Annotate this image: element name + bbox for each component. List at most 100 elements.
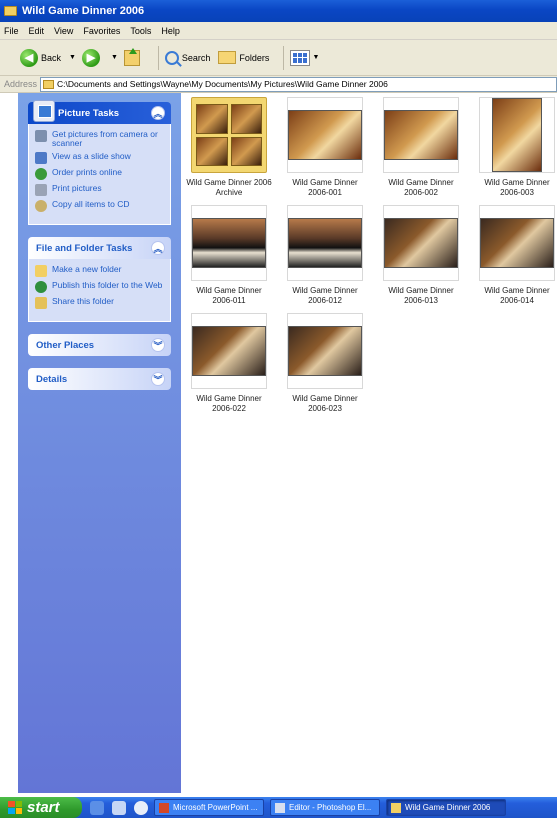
- views-icon: [290, 49, 311, 66]
- file-name: Wild Game Dinner 2006-013: [388, 286, 454, 305]
- media-player-icon[interactable]: [134, 800, 148, 815]
- toolbar-separator: [157, 45, 159, 70]
- menu-file[interactable]: File: [4, 26, 19, 36]
- taskbar-explorer[interactable]: Wild Game Dinner 2006: [386, 799, 506, 816]
- new-folder-icon: [35, 265, 47, 277]
- task-label: Make a new folder: [52, 264, 122, 274]
- window-title: Wild Game Dinner 2006: [22, 5, 145, 17]
- photo-thumbnail: [287, 313, 363, 389]
- taskbar-photoshop[interactable]: Editor - Photoshop El...: [270, 799, 380, 816]
- search-icon: [164, 50, 179, 65]
- start-label: start: [27, 799, 60, 816]
- menu-favorites[interactable]: Favorites: [83, 26, 120, 36]
- title-bar[interactable]: Wild Game Dinner 2006: [0, 0, 557, 22]
- details-header[interactable]: Details ︾: [28, 368, 171, 390]
- forward-dropdown-icon[interactable]: ▼: [111, 54, 118, 61]
- task-new-folder[interactable]: Make a new folder: [35, 265, 164, 277]
- forward-arrow-icon: ▶: [81, 48, 100, 67]
- up-folder-icon: [123, 47, 140, 66]
- back-dropdown-icon[interactable]: ▼: [69, 54, 76, 61]
- task-share-folder[interactable]: Share this folder: [35, 297, 164, 309]
- file-folder-tasks-panel: File and Folder Tasks ︽ Make a new folde…: [28, 237, 171, 322]
- back-button[interactable]: ◀ Back: [20, 48, 62, 67]
- search-label: Search: [181, 52, 211, 63]
- file-item[interactable]: Wild Game Dinner 2006-013: [373, 205, 469, 306]
- toolbar: ◀ Back ▼ ▶ ▼ Search Folders ▼: [0, 40, 557, 76]
- photo-thumbnail: [383, 97, 459, 173]
- photo-thumbnail: [287, 97, 363, 173]
- desktop-icon[interactable]: [90, 800, 104, 815]
- file-item[interactable]: Wild Game Dinner 2006-023: [277, 313, 373, 414]
- task-copy-to-cd[interactable]: Copy all items to CD: [35, 200, 164, 212]
- expand-icon[interactable]: ︾: [151, 372, 165, 386]
- file-folder-tasks-body: Make a new folder Publish this folder to…: [28, 259, 171, 322]
- cd-icon: [35, 200, 47, 212]
- address-path: C:\Documents and Settings\Wayne\My Docum…: [57, 79, 388, 89]
- picture-tasks-header[interactable]: Picture Tasks ︽: [28, 100, 171, 124]
- file-view: Wild Game Dinner 2006 Archive Wild Game D…: [181, 93, 557, 793]
- folder-item[interactable]: Wild Game Dinner 2006 Archive: [181, 97, 277, 198]
- start-button[interactable]: start: [0, 797, 82, 818]
- menu-edit[interactable]: Edit: [29, 26, 45, 36]
- toolbar-separator: [283, 45, 285, 70]
- quicklaunch-icon[interactable]: [112, 800, 126, 815]
- collapse-icon[interactable]: ︽: [151, 241, 165, 255]
- other-places-header[interactable]: Other Places ︾: [28, 334, 171, 356]
- folders-button[interactable]: Folders: [218, 51, 269, 64]
- menu-view[interactable]: View: [54, 26, 73, 36]
- file-item[interactable]: Wild Game Dinner 2006-014: [469, 205, 557, 306]
- file-item[interactable]: Wild Game Dinner 2006-011: [181, 205, 277, 306]
- search-button[interactable]: Search: [164, 50, 211, 65]
- file-item[interactable]: Wild Game Dinner 2006-002: [373, 97, 469, 198]
- task-print-pictures[interactable]: Print pictures: [35, 184, 164, 196]
- photo-thumbnail: [479, 205, 555, 281]
- file-folder-tasks-header[interactable]: File and Folder Tasks ︽: [28, 237, 171, 259]
- file-name: Wild Game Dinner 2006-023: [292, 394, 358, 413]
- views-button[interactable]: ▼: [290, 49, 325, 66]
- views-dropdown-icon: ▼: [312, 54, 320, 61]
- taskbar-powerpoint[interactable]: Microsoft PowerPoint ...: [154, 799, 264, 816]
- task-label: Print pictures: [52, 183, 102, 193]
- picture-tasks-panel: Picture Tasks ︽ Get pictures from camera…: [28, 100, 171, 225]
- menu-bar: File Edit View Favorites Tools Help: [0, 22, 557, 40]
- file-name: Wild Game Dinner 2006-002: [388, 178, 454, 197]
- task-label: Share this folder: [52, 296, 114, 306]
- task-get-pictures[interactable]: Get pictures from camera or scanner: [35, 130, 164, 148]
- task-label: Get pictures from camera or scanner: [52, 129, 158, 148]
- task-label: Copy all items to CD: [52, 199, 130, 209]
- up-button[interactable]: [123, 47, 144, 66]
- forward-button[interactable]: ▶: [81, 48, 103, 67]
- address-bar: Address C:\Documents and Settings\Wayne\…: [0, 76, 557, 93]
- share-folder-icon: [35, 297, 47, 309]
- collapse-icon[interactable]: ︽: [151, 106, 165, 120]
- photo-thumbnail: [191, 205, 267, 281]
- task-label: Publish this folder to the Web: [52, 280, 163, 290]
- file-item[interactable]: Wild Game Dinner 2006-003: [469, 97, 557, 198]
- file-name: Wild Game Dinner 2006-014: [484, 286, 550, 305]
- file-item[interactable]: Wild Game Dinner 2006-001: [277, 97, 373, 198]
- task-pane: Picture Tasks ︽ Get pictures from camera…: [18, 93, 181, 793]
- task-label: Microsoft PowerPoint ...: [173, 803, 258, 812]
- file-item[interactable]: Wild Game Dinner 2006-012: [277, 205, 373, 306]
- details-title: Details: [36, 373, 68, 385]
- file-name: Wild Game Dinner 2006-012: [292, 286, 358, 305]
- task-slide-show[interactable]: View as a slide show: [35, 152, 164, 164]
- menu-help[interactable]: Help: [161, 26, 180, 36]
- task-order-prints[interactable]: Order prints online: [35, 168, 164, 180]
- expand-icon[interactable]: ︾: [151, 338, 165, 352]
- windows-logo-icon: [8, 801, 22, 814]
- file-item[interactable]: Wild Game Dinner 2006-022: [181, 313, 277, 414]
- task-publish-web[interactable]: Publish this folder to the Web: [35, 281, 164, 293]
- back-label: Back: [41, 52, 62, 63]
- address-input[interactable]: C:\Documents and Settings\Wayne\My Docum…: [40, 76, 557, 92]
- picture-tasks-body: Get pictures from camera or scanner View…: [28, 124, 171, 225]
- camera-icon: [35, 130, 47, 142]
- folder-icon: [4, 6, 17, 16]
- task-label: View as a slide show: [52, 151, 131, 161]
- menu-tools[interactable]: Tools: [130, 26, 151, 36]
- folders-icon: [218, 51, 237, 64]
- file-name: Wild Game Dinner 2006-022: [196, 394, 262, 413]
- photoshop-icon: [275, 802, 285, 813]
- file-name: Wild Game Dinner 2006-001: [292, 178, 358, 197]
- file-name: Wild Game Dinner 2006-011: [196, 286, 262, 305]
